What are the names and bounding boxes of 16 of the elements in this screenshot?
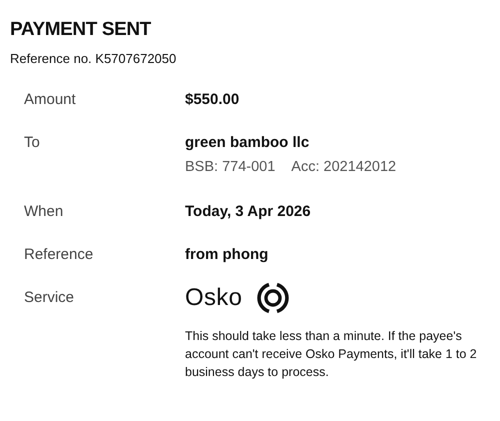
detail-label: Service <box>24 289 76 308</box>
detail-label: Reference <box>24 246 94 264</box>
detail-value: from phong <box>185 246 270 264</box>
reference-number: Reference no. K5707672050 <box>10 51 178 66</box>
page-title: PAYMENT SENT <box>10 18 151 42</box>
payee-name: green bamboo llc <box>185 134 310 152</box>
detail-label: When <box>24 203 64 221</box>
ring-logo-icon <box>256 281 290 315</box>
detail-label: To <box>24 134 41 153</box>
detail-label: Amount <box>24 91 77 109</box>
detail-value: Today, 3 Apr 2026 <box>185 203 312 221</box>
service-name: Osko <box>185 284 242 312</box>
account-number: Acc: 202142012 <box>291 159 396 175</box>
service-note: This should take less than a minute. If the payee's account can't receive Osko Payments, it'll take 1 to 2 business days to process. <box>185 328 478 381</box>
detail-value: $550.00 <box>185 91 240 109</box>
bsb-number: BSB: 774-001 <box>185 159 276 175</box>
